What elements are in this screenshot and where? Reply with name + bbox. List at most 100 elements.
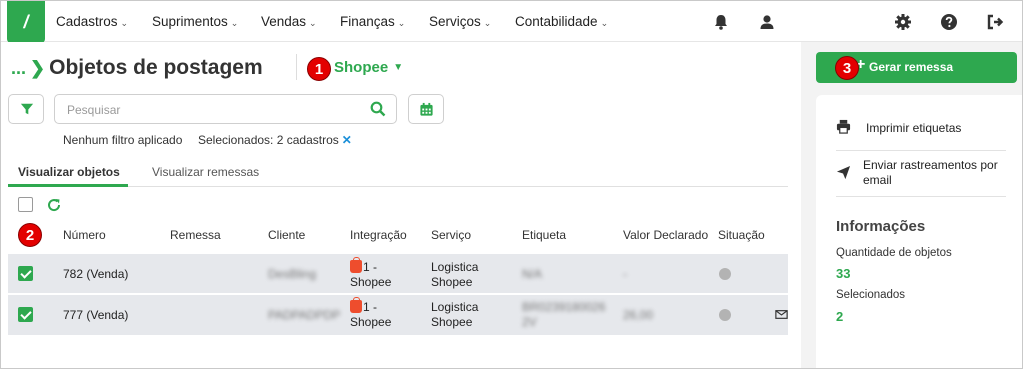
column-header-etiqueta[interactable]: Etiqueta [522, 228, 566, 242]
enviar-rastreamentos-label: Enviar rastreamentos por email [863, 158, 998, 188]
integracao-line2: Shopee [350, 275, 392, 289]
top-navbar: / Cadastros ⌄ Suprimentos ⌄ Vendas ⌄ Finanç… [1, 1, 1022, 43]
cell-servico: Logistica Shopee [431, 300, 478, 330]
integracao-line2: Shopee [350, 315, 392, 329]
integracao-line1: 1 - [363, 300, 378, 314]
page-title: Objetos de postagem [49, 56, 263, 79]
cell-cliente: DesBling [268, 267, 317, 281]
servico-line2: Shopee [431, 275, 473, 289]
row-checkbox[interactable] [18, 307, 33, 322]
cell-valor: - [623, 267, 627, 281]
menu-vendas[interactable]: Vendas ⌄ [261, 1, 317, 42]
menu-cadastros[interactable]: Cadastros ⌄ [56, 1, 128, 42]
user-icon[interactable] [757, 12, 777, 32]
no-filter-text: Nenhum filtro aplicado [63, 133, 183, 147]
mail-icon[interactable] [775, 310, 788, 319]
breadcrumb-parent-link[interactable]: ... [11, 58, 26, 78]
table-row[interactable]: 782 (Venda) DesBling 1 - Shopee Logistica… [8, 254, 788, 294]
selected-label: Selecionados [836, 289, 906, 301]
cell-integracao: 1 - Shopee [350, 297, 392, 330]
cell-integracao: 1 - Shopee [350, 257, 392, 290]
refresh-icon[interactable] [46, 197, 62, 213]
cell-etiqueta: N/A [522, 267, 543, 281]
bell-icon[interactable] [711, 12, 731, 32]
table-row[interactable]: 777 (Venda) PADPADPDP 1 - Shopee Logistic… [8, 295, 788, 335]
integracao-line1: 1 - [363, 260, 378, 274]
store-selector[interactable]: Shopee ▼ [334, 59, 403, 76]
callout-badge-2: 2 [18, 223, 42, 247]
shopee-bag-icon [350, 257, 362, 273]
logout-icon[interactable] [985, 12, 1005, 32]
calendar-icon [420, 102, 433, 116]
chevron-down-icon: ⌄ [309, 18, 317, 28]
date-filter-button[interactable] [408, 94, 444, 124]
imprimir-etiquetas-label: Imprimir etiquetas [866, 121, 962, 135]
selected-label: Selecionados: 2 cadastros [198, 133, 339, 147]
menu-label: Suprimentos [152, 14, 228, 29]
clear-selection-icon[interactable]: ✕ [342, 133, 352, 147]
qty-label: Quantidade de objetos [836, 247, 952, 259]
status-indicator [719, 268, 731, 280]
chevron-down-icon: ⌄ [483, 18, 492, 28]
shopee-bag-icon [350, 297, 362, 313]
cell-valor: 26,00 [623, 308, 654, 322]
search-icon[interactable] [370, 101, 386, 117]
menu-label: Contabilidade [515, 14, 598, 29]
gear-icon[interactable] [893, 12, 913, 32]
status-indicator [719, 309, 731, 321]
search-box [54, 94, 397, 124]
cell-etiqueta: BR0239180026 2V [522, 300, 605, 330]
servico-line2: Shopee [431, 315, 473, 329]
view-tabs: Visualizar objetos Visualizar remessas [8, 163, 788, 187]
send-icon [836, 165, 851, 180]
funnel-icon [20, 103, 34, 115]
panel-divider [836, 196, 1006, 197]
menu-financas[interactable]: Finanças ⌄ [340, 1, 405, 42]
menu-label: Finanças [340, 14, 395, 29]
chevron-right-icon: ❯ [30, 58, 46, 78]
side-panel: Imprimir etiquetas Enviar rastreamentos … [816, 95, 1022, 368]
cell-cliente: PADPADPDP [268, 308, 341, 322]
caret-down-icon: ▼ [393, 62, 404, 73]
chevron-down-icon: ⌄ [120, 18, 129, 28]
column-header-servico[interactable]: Serviço [431, 228, 471, 242]
printer-icon [836, 119, 851, 134]
cell-servico: Logistica Shopee [431, 260, 478, 290]
cell-numero: 782 (Venda) [63, 267, 129, 281]
title-divider [296, 54, 297, 80]
menu-servicos[interactable]: Serviços ⌄ [429, 1, 491, 42]
menu-label: Serviços [429, 14, 481, 29]
tab-visualizar-remessas[interactable]: Visualizar remessas [152, 165, 259, 179]
main-content: ... ❯Objetos de postagem 1 Shopee ▼ Nenhum… [1, 42, 801, 368]
column-header-numero[interactable]: Número [63, 228, 106, 242]
callout-badge-3: 3 [835, 56, 859, 80]
column-header-valor-declarado[interactable]: Valor Declarado [623, 228, 708, 242]
menu-contabilidade[interactable]: Contabilidade ⌄ [515, 1, 608, 42]
breadcrumb: ... ❯ Objetos de postagem [11, 56, 263, 80]
enviar-line2: email [863, 173, 892, 187]
app-logo[interactable]: / [7, 1, 45, 43]
help-icon[interactable] [939, 12, 959, 32]
selected-count-text: Selecionados: 2 cadastros ✕ [198, 133, 352, 147]
search-input[interactable] [67, 101, 357, 119]
row-checkbox[interactable] [18, 266, 33, 281]
menu-label: Vendas [261, 14, 307, 29]
menu-suprimentos[interactable]: Suprimentos ⌄ [152, 1, 238, 42]
chevron-down-icon: ⌄ [230, 18, 239, 28]
gerar-remessa-label: Gerar remessa [869, 60, 954, 74]
etiqueta-line1: BR0239180026 [522, 300, 606, 314]
column-header-remessa[interactable]: Remessa [170, 228, 221, 242]
select-all-checkbox[interactable] [18, 197, 33, 212]
servico-line1: Logistica [431, 300, 479, 314]
column-header-situacao[interactable]: Situação [718, 228, 765, 242]
tab-visualizar-objetos[interactable]: Visualizar objetos [8, 165, 128, 187]
selected-value: 2 [836, 309, 844, 324]
panel-divider [836, 150, 1006, 151]
column-header-cliente[interactable]: Cliente [268, 228, 305, 242]
etiqueta-line2: 2V [522, 315, 537, 329]
column-header-integracao[interactable]: Integração [350, 228, 407, 242]
callout-badge-1: 1 [307, 57, 331, 81]
cell-numero: 777 (Venda) [63, 308, 129, 322]
menu-label: Cadastros [56, 14, 118, 29]
filter-button[interactable] [8, 94, 44, 124]
